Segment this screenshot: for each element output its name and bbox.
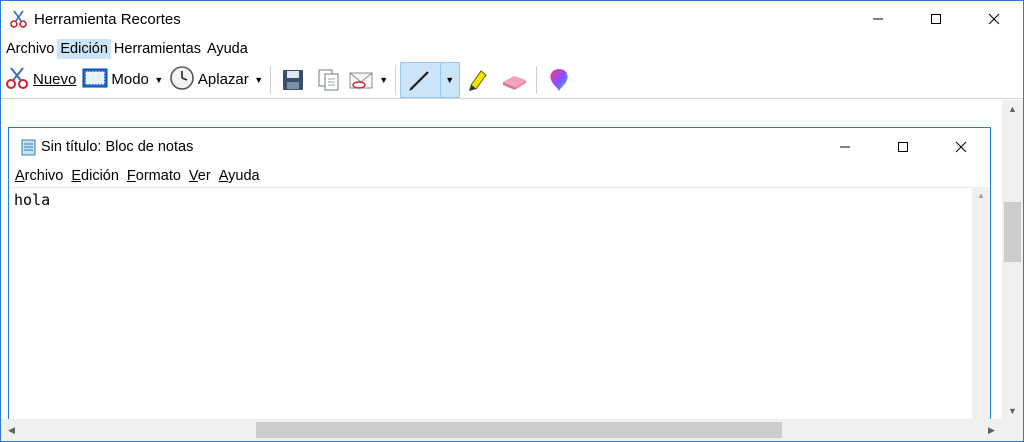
menu-ayuda[interactable]: Ayuda <box>204 39 251 59</box>
copy-icon <box>318 69 339 90</box>
highlighter-button[interactable] <box>460 62 496 98</box>
pen-icon <box>409 70 430 91</box>
send-email-icon <box>349 72 373 89</box>
caret-down-icon: ▼ <box>154 74 164 85</box>
notepad-menu-formato: Formato <box>126 168 181 184</box>
notepad-minimize-button <box>816 128 874 165</box>
notepad-content: hola <box>14 191 51 209</box>
vertical-scroll-thumb[interactable] <box>1004 202 1021 262</box>
scroll-left-button[interactable]: ◀ <box>3 419 20 441</box>
mode-dropdown-arrow[interactable]: ▼ <box>152 62 166 98</box>
rectangle-mode-icon <box>82 67 108 92</box>
snip-capture-area: Sin título: Bloc de notas Archivo Edició… <box>1 100 1002 419</box>
snipping-scissors-icon <box>8 8 30 30</box>
notepad-close-button <box>932 128 990 165</box>
send-dropdown-arrow[interactable]: ▼ <box>377 62 391 98</box>
toolbar-separator <box>535 65 537 94</box>
notepad-menu-bar: Archivo Edición Formato Ver Ayuda <box>9 165 264 187</box>
snipping-tool-window: Herramienta Recortes Archivo Edición Her… <box>0 0 1024 442</box>
notepad-menu-ver: Ver <box>188 168 211 184</box>
send-email-button[interactable] <box>347 62 377 98</box>
notepad-title: Sin título: Bloc de notas <box>41 138 194 155</box>
notepad-menu-edicion: Edición <box>71 168 119 184</box>
save-icon <box>282 69 303 90</box>
delay-button[interactable]: Aplazar <box>166 62 252 98</box>
scroll-up-button[interactable]: ▲ <box>1002 100 1023 117</box>
highlighter-icon <box>468 69 487 91</box>
pen-dropdown-arrow[interactable]: ▼ <box>441 63 459 97</box>
notepad-title-bar: Sin título: Bloc de notas <box>9 128 990 165</box>
eraser-button[interactable] <box>496 62 532 98</box>
horizontal-scrollbar[interactable]: ◀ ▶ <box>1 419 1002 441</box>
new-snip-label: Nuevo <box>33 71 77 88</box>
maximize-button[interactable] <box>907 1 965 37</box>
scroll-up-arrow-icon: ▲ <box>977 191 985 200</box>
notepad-window: Sin título: Bloc de notas Archivo Edició… <box>8 127 991 419</box>
scrollbar-corner <box>1002 419 1023 441</box>
toolbar: Nuevo Modo ▼ Aplazar ▼ ▼ ▼ <box>1 61 1023 99</box>
mode-label: Modo <box>111 71 149 88</box>
scroll-up-arrow-icon: ▲ <box>1008 103 1017 114</box>
minimize-icon <box>840 146 850 147</box>
mode-button[interactable]: Modo <box>79 62 152 98</box>
vertical-scrollbar[interactable]: ▲ ▼ <box>1002 100 1023 419</box>
close-icon <box>955 141 967 152</box>
paint3d-icon <box>550 68 568 91</box>
title-bar[interactable]: Herramienta Recortes <box>1 1 1023 37</box>
caret-down-icon: ▼ <box>379 74 389 85</box>
save-button[interactable] <box>275 62 311 98</box>
scroll-right-button[interactable]: ▶ <box>983 419 1000 441</box>
maximize-icon <box>931 14 941 24</box>
close-button[interactable] <box>965 1 1023 37</box>
notepad-text-area: hola <box>9 187 972 419</box>
pen-tool[interactable]: ▼ <box>399 61 460 98</box>
menu-bar: Archivo Edición Herramientas Ayuda <box>1 37 251 61</box>
paint3d-button[interactable] <box>541 62 577 98</box>
snipping-scissors-icon <box>4 65 30 94</box>
window-controls <box>849 1 1023 37</box>
notepad-maximize-button <box>874 128 932 165</box>
menu-edicion[interactable]: Edición <box>57 39 111 59</box>
caret-down-icon: ▼ <box>445 74 455 85</box>
pen-button[interactable] <box>401 62 441 97</box>
scroll-down-button[interactable]: ▼ <box>1002 402 1023 419</box>
toolbar-separator <box>394 65 396 94</box>
maximize-icon <box>898 141 908 152</box>
notepad-window-controls <box>816 128 990 165</box>
minimize-button[interactable] <box>849 1 907 37</box>
notepad-menu-ayuda: Ayuda <box>218 168 260 184</box>
menu-herramientas[interactable]: Herramientas <box>111 39 204 59</box>
horizontal-scroll-thumb[interactable] <box>256 422 782 438</box>
menu-archivo[interactable]: Archivo <box>3 39 57 59</box>
scroll-right-arrow-icon: ▶ <box>988 424 995 435</box>
close-icon <box>988 13 1000 25</box>
new-snip-button[interactable]: Nuevo <box>1 62 79 98</box>
notepad-menu-archivo: Archivo <box>15 168 64 184</box>
toolbar-separator <box>269 65 271 94</box>
notepad-icon <box>19 137 39 157</box>
scroll-down-arrow-icon: ▼ <box>1008 405 1017 416</box>
clock-icon <box>169 65 195 94</box>
scroll-left-arrow-icon: ◀ <box>8 424 15 435</box>
minimize-icon <box>873 18 883 20</box>
delay-dropdown-arrow[interactable]: ▼ <box>252 62 266 98</box>
caret-down-icon: ▼ <box>254 74 264 85</box>
eraser-icon <box>502 75 526 90</box>
notepad-vertical-scrollbar: ▲ <box>972 187 990 419</box>
copy-button[interactable] <box>311 62 347 98</box>
delay-label: Aplazar <box>197 71 249 88</box>
window-title: Herramienta Recortes <box>34 10 181 28</box>
